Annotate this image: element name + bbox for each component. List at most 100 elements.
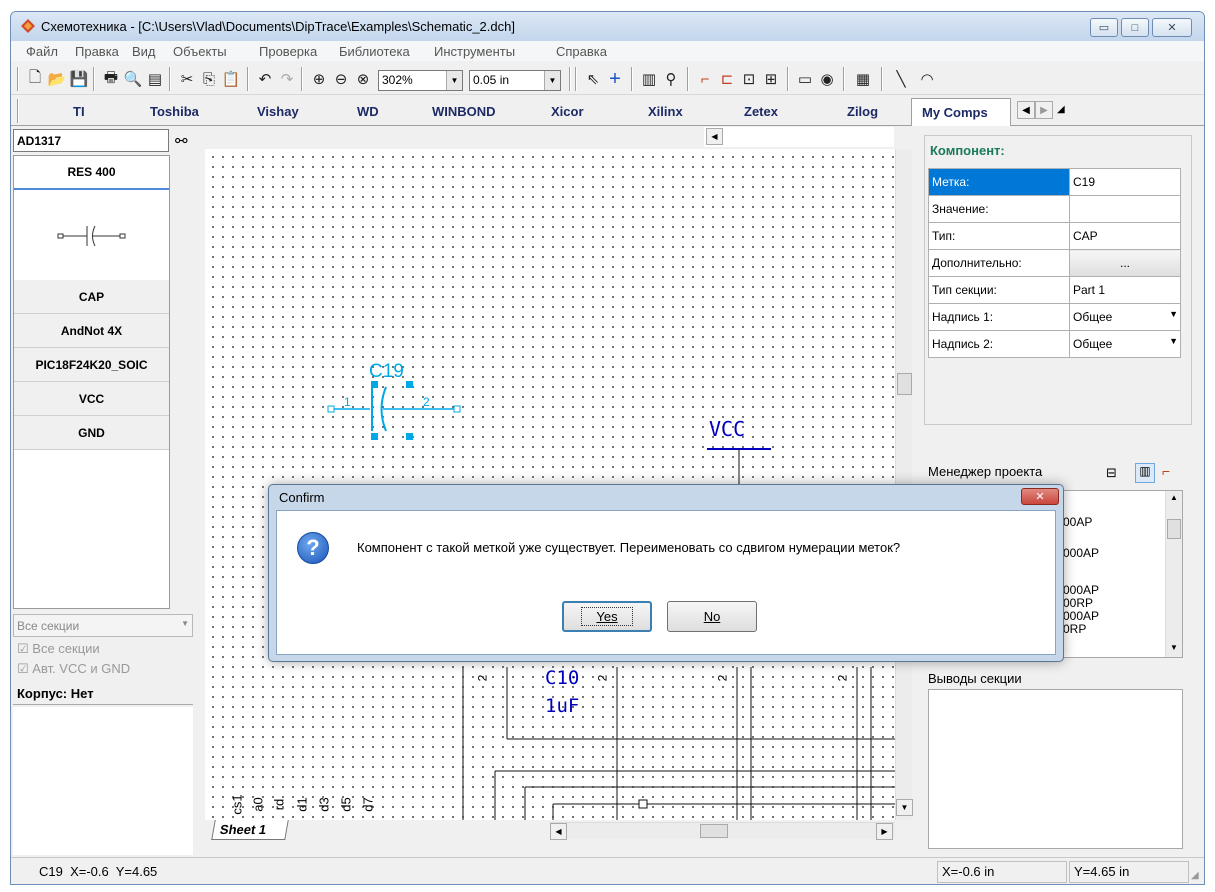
list-item[interactable]: AndNot 4X [14,314,169,348]
menu-library[interactable]: Библиотека [339,44,410,59]
close-window-button[interactable]: ✕ [1152,18,1192,37]
list-item[interactable]: RES 400 [14,156,169,190]
lib-tab-zetex[interactable]: Zetex [744,104,778,119]
wire-icon[interactable]: ⌐ [695,69,715,89]
chevron-down-icon[interactable]: ▼ [544,71,560,90]
label1-select[interactable]: Общее ▼ [1069,303,1181,331]
chevron-down-icon[interactable]: ▼ [446,71,462,90]
maximize-button[interactable]: □ [1121,18,1149,37]
scroll-thumb[interactable] [1167,519,1181,539]
lib-tab-ti[interactable]: TI [73,104,85,119]
scroll-up-icon[interactable]: ▲ [1166,493,1182,502]
tree-item[interactable]: 00AP [1063,515,1092,529]
ic-package-icon[interactable]: ◉ [817,69,837,89]
table-icon[interactable]: ▦ [853,69,873,89]
menu-view[interactable]: Вид [132,44,156,59]
lib-tab-xicor[interactable]: Xicor [551,104,584,119]
list-item[interactable]: VCC [14,382,169,416]
component-search-input[interactable]: AD1317 [13,129,169,152]
redo-icon[interactable]: ↷ [277,69,297,89]
component-icon[interactable]: ▥ [639,69,659,89]
tree-item[interactable]: 00RP [1063,596,1093,610]
lib-tab-toshiba[interactable]: Toshiba [150,104,199,119]
label2-select[interactable]: Общее ▼ [1069,330,1181,358]
lib-tab-wd[interactable]: WD [357,104,379,119]
section-pins-list[interactable] [928,689,1183,849]
no-button[interactable]: No [667,601,757,632]
open-folder-icon[interactable]: 📂 [47,69,67,89]
lib-tab-winbond[interactable]: WINBOND [432,104,496,119]
minimize-button[interactable]: ▭ [1090,18,1118,37]
zoom-in-icon[interactable]: ⊕ [309,69,329,89]
tab-scroll-left-icon[interactable]: ◀ [1017,101,1035,119]
line-icon[interactable]: ╲ [891,69,911,89]
capacitor-c19[interactable] [327,381,461,440]
menu-help[interactable]: Справка [556,44,607,59]
canvas-horizontal-scrollbar[interactable]: ◀ ▶ [550,822,895,840]
tree-item[interactable]: 000AP [1063,609,1099,623]
find-binoculars-icon[interactable]: ⚲ [661,69,681,89]
project-component-icon[interactable]: ⊟ [1106,465,1117,481]
cut-icon[interactable]: ✂ [177,69,197,89]
menu-edit[interactable]: Правка [75,44,119,59]
project-part-icon[interactable]: ▥ [1135,463,1155,483]
lib-tab-xilinx[interactable]: Xilinx [648,104,683,119]
prop-value[interactable]: CAP [1069,222,1181,250]
arc-icon[interactable]: ◠ [917,69,937,89]
lib-tab-vishay[interactable]: Vishay [257,104,299,119]
scroll-thumb[interactable] [897,373,912,395]
zoom-out-icon[interactable]: ⊖ [331,69,351,89]
lib-tab-mycomps-selected[interactable]: My Comps [911,98,1011,126]
scroll-down-icon[interactable]: ▼ [1166,643,1182,652]
scroll-left-icon[interactable]: ◀ [706,128,723,145]
tab-scroll-right-icon[interactable]: ▶ [1035,101,1053,119]
add-cross-icon[interactable]: + [605,68,625,90]
zoom-fit-icon[interactable]: ⊗ [353,69,373,89]
zoom-combo[interactable]: 302% ▼ [378,70,463,91]
sheet-tab-1[interactable]: Sheet 1 [211,820,289,840]
save-icon[interactable]: 💾 [69,69,89,89]
resize-grip-icon[interactable]: ◢ [1191,870,1199,881]
bus-icon[interactable]: ⊏ [717,69,737,89]
scroll-left-icon[interactable]: ◀ [550,823,567,840]
prop-value[interactable] [1069,195,1181,223]
grid-combo[interactable]: 0.05 in ▼ [469,70,561,91]
menu-verification[interactable]: Проверка [259,44,317,59]
all-sections-checkbox[interactable]: ☑ Все секции [17,641,100,657]
tree-item[interactable]: 000AP [1063,546,1099,560]
prop-value[interactable]: C19 [1069,168,1181,196]
tree-item[interactable]: 000AP [1063,583,1099,597]
undo-icon[interactable]: ↶ [255,69,275,89]
document-icon[interactable]: ▤ [145,69,165,89]
print-preview-icon[interactable]: 🔍 [123,69,143,89]
prop-value[interactable]: Part 1 [1069,276,1181,304]
lib-tab-zilog[interactable]: Zilog [847,104,878,119]
binoculars-icon[interactable]: ⚯ [175,132,188,150]
tree-scrollbar[interactable]: ▲ ▼ [1165,491,1182,657]
new-file-icon[interactable]: 🗋 [25,69,45,89]
hierarchy-icon[interactable]: ⊞ [761,69,781,89]
menu-objects[interactable]: Объекты [173,44,227,59]
additional-button[interactable]: ... [1069,249,1181,277]
yes-button[interactable]: Yes [562,601,652,632]
sections-select[interactable]: Все секции ▼ [13,614,193,637]
triangle-icon[interactable]: ◢ [1057,104,1065,115]
auto-vcc-gnd-checkbox[interactable]: ☑ Авт. VCC и GND [17,661,130,677]
tree-item[interactable]: 0RP [1063,622,1086,636]
scroll-thumb[interactable] [700,824,728,838]
copy-icon[interactable]: ⎘ [199,69,219,89]
project-net-icon[interactable]: ⌐ [1162,463,1170,479]
list-item[interactable]: CAP [14,280,169,314]
net-port-icon[interactable]: ⊡ [739,69,759,89]
menu-file[interactable]: Файл [26,44,58,59]
paste-icon[interactable]: 📋 [221,69,241,89]
scroll-right-icon[interactable]: ▶ [876,823,893,840]
dialog-close-button[interactable]: ✕ [1021,488,1059,505]
chip-icon[interactable]: ▭ [795,69,815,89]
scroll-down-icon[interactable]: ▼ [896,799,913,816]
list-item[interactable]: GND [14,416,169,450]
pointer-icon[interactable]: ⇖ [583,69,603,89]
menu-tools[interactable]: Инструменты [434,44,515,59]
print-icon[interactable]: 🖶 [101,69,121,89]
list-item[interactable]: PIC18F24K20_SOIC [14,348,169,382]
